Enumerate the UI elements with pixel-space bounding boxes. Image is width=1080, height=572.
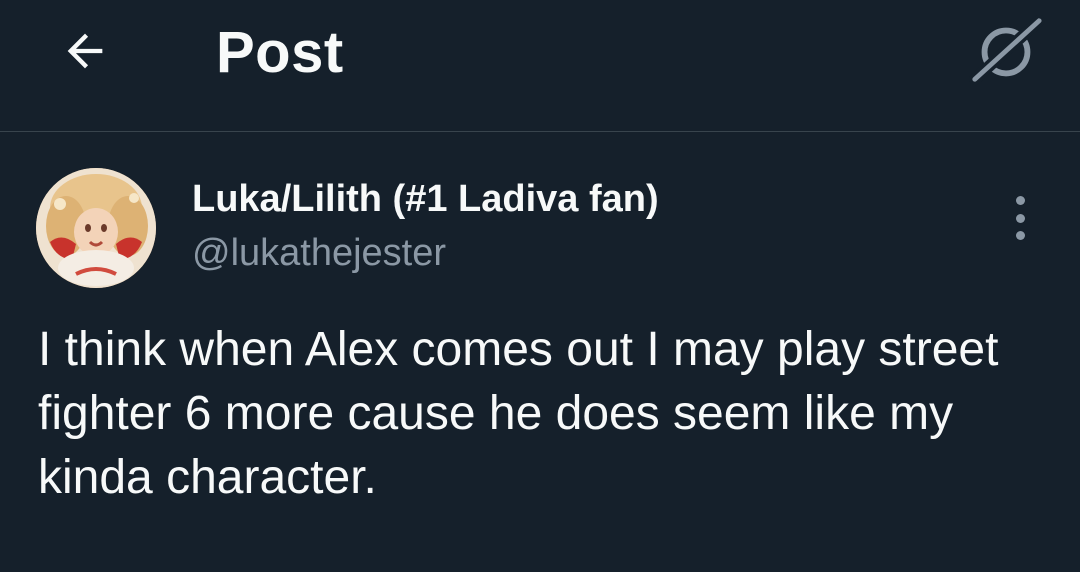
page-title: Post (216, 20, 344, 85)
grok-button[interactable] (966, 14, 1046, 86)
author-display-name[interactable]: Luka/Lilith (#1 Ladiva fan) (192, 176, 659, 222)
author-handle[interactable]: @lukathejester (192, 230, 446, 276)
avatar[interactable] (36, 168, 156, 288)
more-vertical-icon-dot (1015, 231, 1025, 240)
top-bar: Post (0, 0, 1080, 132)
back-button[interactable] (50, 20, 120, 82)
more-options-button[interactable] (1000, 192, 1040, 244)
more-vertical-icon-dot (1015, 213, 1025, 223)
post-text: I think when Alex comes out I may play s… (38, 323, 999, 504)
grok-icon (968, 14, 1045, 86)
post-page: Post Luka/Lilith (#1 Ladiva fan) @lukath… (0, 0, 1080, 572)
more-vertical-icon (1015, 196, 1025, 205)
arrow-left-icon (67, 33, 103, 69)
